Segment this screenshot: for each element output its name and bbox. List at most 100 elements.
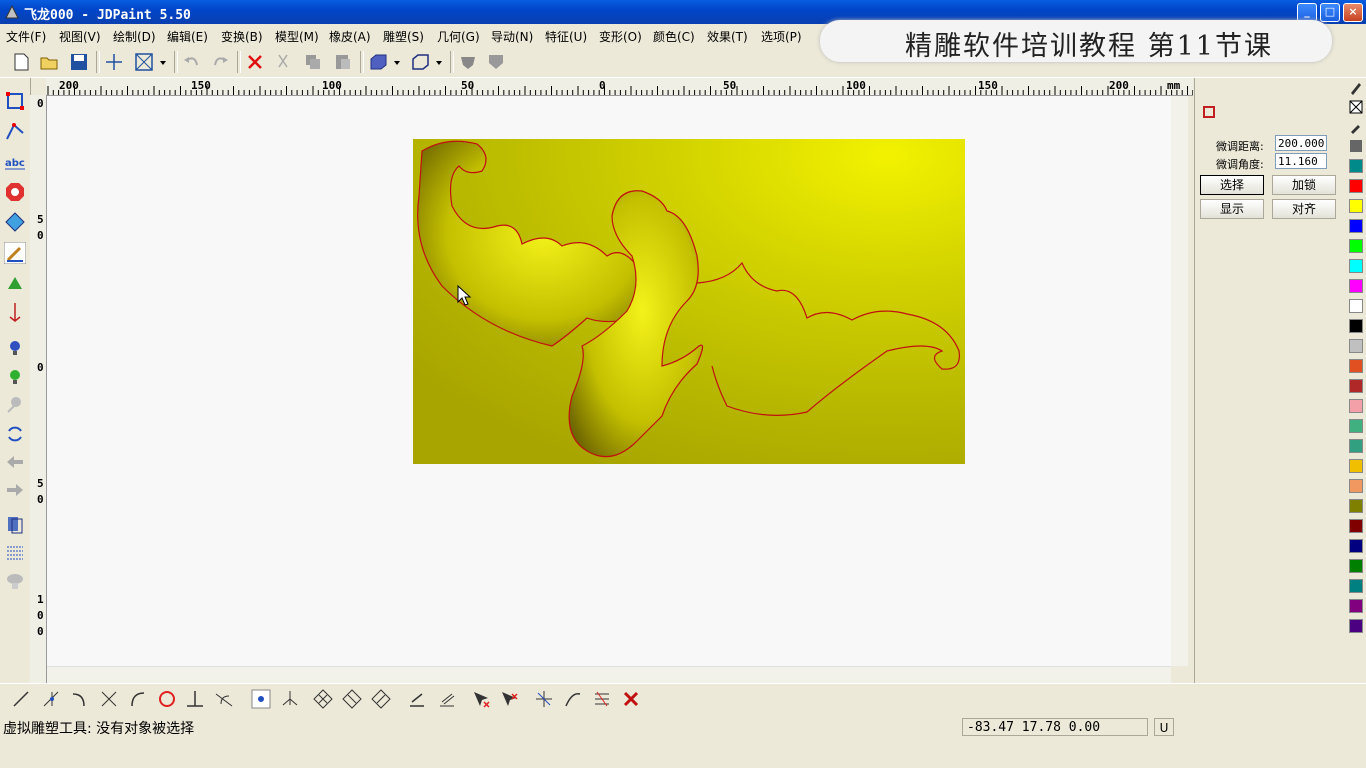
show-button[interactable]: 显示 <box>1200 199 1264 219</box>
color-swatch[interactable] <box>1349 619 1363 633</box>
select-button[interactable]: 选择 <box>1200 175 1264 195</box>
light-disabled-icon[interactable] <box>4 394 26 416</box>
arrow-left-icon[interactable] <box>4 451 26 473</box>
menu-draw[interactable]: 绘制(D) <box>113 28 156 45</box>
menu-color[interactable]: 颜色(C) <box>653 28 695 45</box>
grid-snap-b-icon[interactable] <box>341 688 363 710</box>
polyline-icon[interactable] <box>4 120 26 142</box>
pick-remove-icon[interactable] <box>498 688 520 710</box>
bulb-blue-icon[interactable] <box>4 337 26 359</box>
menu-edit[interactable]: 编辑(E) <box>167 28 208 45</box>
delete-icon[interactable] <box>244 51 266 73</box>
menu-file[interactable]: 文件(F) <box>6 28 46 45</box>
color-swatch[interactable] <box>1349 159 1363 173</box>
menu-model[interactable]: 模型(M) <box>275 28 319 45</box>
rotate-icon[interactable] <box>4 423 26 445</box>
select-node-icon[interactable] <box>4 90 26 112</box>
bulb-green-icon[interactable] <box>4 366 26 388</box>
paste-icon[interactable] <box>332 51 354 73</box>
arc-snap-icon[interactable] <box>68 688 90 710</box>
color-swatch[interactable] <box>1349 479 1363 493</box>
color-swatch[interactable] <box>1349 319 1363 333</box>
pattern-icon[interactable] <box>1349 139 1363 153</box>
snap-point-icon[interactable] <box>250 688 272 710</box>
line-snap-icon[interactable] <box>10 688 32 710</box>
fill-area-icon[interactable] <box>4 211 26 233</box>
color-swatch[interactable] <box>1349 539 1363 553</box>
menu-guide[interactable]: 导动(N) <box>491 28 533 45</box>
circle-center-icon[interactable] <box>156 688 178 710</box>
horizontal-scrollbar[interactable] <box>47 666 1171 683</box>
node-edit-icon[interactable] <box>1201 104 1217 120</box>
redo-icon[interactable] <box>209 51 231 73</box>
move-node-icon[interactable] <box>533 688 555 710</box>
align-multi-icon[interactable] <box>436 688 458 710</box>
dropdown-arrow-icon[interactable] <box>433 51 445 73</box>
color-swatch[interactable] <box>1349 379 1363 393</box>
text-abc-icon[interactable]: abc <box>4 152 26 174</box>
save-icon[interactable] <box>68 51 90 73</box>
measure-icon[interactable] <box>4 301 26 323</box>
color-swatch[interactable] <box>1349 519 1363 533</box>
menu-effect[interactable]: 效果(T) <box>707 28 748 45</box>
cut-icon[interactable] <box>272 51 294 73</box>
menu-deform[interactable]: 变形(O) <box>599 28 642 45</box>
3d-view-icon[interactable] <box>367 51 389 73</box>
menu-view[interactable]: 视图(V) <box>59 28 101 45</box>
grid-snap-a-icon[interactable] <box>312 688 334 710</box>
unit-button[interactable]: U <box>1154 718 1174 736</box>
color-swatch[interactable] <box>1349 279 1363 293</box>
edit-curve-icon[interactable] <box>562 688 584 710</box>
color-swatch[interactable] <box>1349 299 1363 313</box>
color-swatch[interactable] <box>1349 439 1363 453</box>
octagon-icon[interactable] <box>4 181 26 203</box>
drawing-canvas[interactable] <box>47 96 1171 666</box>
color-swatch[interactable] <box>1349 179 1363 193</box>
color-swatch[interactable] <box>1349 559 1363 573</box>
layers-icon[interactable] <box>4 513 26 535</box>
color-swatch[interactable] <box>1349 579 1363 593</box>
pick-delete-icon[interactable] <box>470 688 492 710</box>
color-swatch[interactable] <box>1349 199 1363 213</box>
relief-disabled-icon[interactable] <box>4 570 26 592</box>
grid-snap-c-icon[interactable] <box>370 688 392 710</box>
color-swatch[interactable] <box>1349 339 1363 353</box>
copy-icon[interactable] <box>302 51 324 73</box>
maximize-button[interactable]: □ <box>1320 3 1340 22</box>
select-window-icon[interactable] <box>133 51 155 73</box>
color-swatch[interactable] <box>1349 359 1363 373</box>
menu-geometry[interactable]: 几何(G) <box>437 28 480 45</box>
color-swatch[interactable] <box>1349 399 1363 413</box>
menu-eraser[interactable]: 橡皮(A) <box>329 28 371 45</box>
box-view-icon[interactable] <box>409 51 431 73</box>
undo-icon[interactable] <box>181 51 203 73</box>
angle-input[interactable]: 11.160 <box>1275 153 1327 169</box>
axis-snap-icon[interactable] <box>279 688 301 710</box>
vertical-scrollbar[interactable] <box>1171 96 1188 666</box>
open-folder-icon[interactable] <box>38 51 60 73</box>
color-swatch[interactable] <box>1349 239 1363 253</box>
new-file-icon[interactable] <box>10 51 32 73</box>
shade-icon[interactable] <box>457 51 479 73</box>
shield-icon[interactable] <box>485 51 507 73</box>
arrow-right-icon[interactable] <box>4 479 26 501</box>
no-color-icon[interactable] <box>1349 100 1363 114</box>
dropdown-arrow-icon[interactable] <box>157 51 169 73</box>
color-swatch[interactable] <box>1349 419 1363 433</box>
color-swatch[interactable] <box>1349 499 1363 513</box>
intersect-snap-icon[interactable] <box>98 688 120 710</box>
perpendicular-icon[interactable] <box>184 688 206 710</box>
menu-sculpt[interactable]: 雕塑(S) <box>383 28 424 45</box>
dropdown-arrow-icon[interactable] <box>391 51 403 73</box>
align-bottom-icon[interactable] <box>406 688 428 710</box>
pen-icon[interactable] <box>1349 81 1363 95</box>
distance-input[interactable]: 200.000 <box>1275 135 1327 151</box>
trim-icon[interactable] <box>591 688 613 710</box>
tangent-line-icon[interactable] <box>213 688 235 710</box>
close-button[interactable]: × <box>1343 3 1363 22</box>
color-swatch[interactable] <box>1349 219 1363 233</box>
mountain-icon[interactable] <box>4 272 26 294</box>
align-button[interactable]: 对齐 <box>1272 199 1336 219</box>
hatch-lines-icon[interactable] <box>4 541 26 563</box>
crosshair-icon[interactable] <box>103 51 125 73</box>
